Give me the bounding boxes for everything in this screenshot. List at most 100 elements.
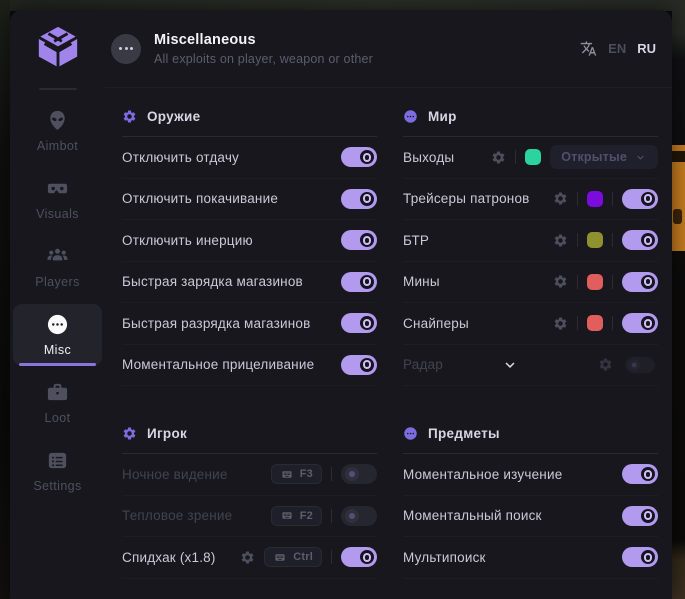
toggle[interactable] (625, 357, 655, 373)
toggle[interactable] (341, 313, 377, 333)
row-night-vision: Ночное видение F3 (122, 454, 377, 496)
color-swatch[interactable] (587, 274, 603, 290)
keybind-badge[interactable]: Ctrl (264, 547, 322, 567)
lang-ru-button[interactable]: RU (637, 41, 656, 56)
gear-icon[interactable] (553, 274, 568, 289)
toggle[interactable] (341, 464, 377, 484)
toggle-knob (345, 509, 359, 523)
row-label: Мины (403, 274, 440, 289)
row-no-recoil: Отключить отдачу (122, 137, 377, 179)
section-header: Предметы (403, 426, 658, 454)
toggle-knob (360, 233, 374, 247)
page-title: Miscellaneous (154, 32, 373, 48)
toggle-knob (360, 150, 374, 164)
vr-goggles-icon (46, 177, 69, 200)
toggle[interactable] (622, 313, 658, 333)
row-instant-loot: Моментальный поиск (403, 496, 658, 538)
toggle[interactable] (622, 547, 658, 567)
sign-mark (672, 151, 685, 162)
gear-icon[interactable] (598, 357, 613, 372)
toggle[interactable] (341, 355, 377, 375)
row-mines: Мины (403, 262, 658, 304)
row-label: Выходы (403, 150, 454, 165)
keyboard-icon (280, 510, 294, 521)
toggle[interactable] (622, 506, 658, 526)
gear-icon[interactable] (553, 233, 568, 248)
row-instant-research: Моментальное изучение (403, 454, 658, 496)
row-label: Моментальное изучение (403, 467, 562, 482)
row-instant-ads: Моментальное прицеливание (122, 345, 377, 387)
section-title: Игрок (147, 426, 187, 441)
cube-logo-icon (35, 24, 81, 70)
section-title: Мир (428, 109, 457, 124)
toggle[interactable] (341, 506, 377, 526)
gear-icon (122, 109, 137, 124)
row-label: Моментальный поиск (403, 508, 542, 523)
color-swatch[interactable] (587, 191, 603, 207)
ellipsis-circle-icon (403, 109, 418, 124)
keybind-badge[interactable]: F2 (271, 506, 322, 526)
alien-icon (46, 109, 69, 132)
row-fast-reload: Быстрая зарядка магазинов (122, 262, 377, 304)
sidebar-item-settings[interactable]: Settings (13, 440, 102, 502)
sidebar-item-loot[interactable]: Loot (13, 372, 102, 434)
row-label: Радар (403, 357, 443, 372)
sidebar-item-misc[interactable]: Misc (13, 304, 102, 366)
row-label: Спидхак (x1.8) (122, 550, 216, 565)
row-fast-unload: Быстрая разрядка магазинов (122, 303, 377, 345)
toggle-knob (641, 192, 655, 206)
sidebar-item-players[interactable]: Players (13, 236, 102, 298)
toggle-knob (360, 358, 374, 372)
sidebar-item-label: Visuals (36, 207, 79, 221)
gear-icon[interactable] (553, 316, 568, 331)
separator (331, 509, 332, 523)
color-swatch[interactable] (525, 149, 541, 165)
toggle[interactable] (341, 147, 377, 167)
toggle-knob (641, 550, 655, 564)
row-label: Мультипоиск (403, 550, 486, 565)
row-label: Трейсеры патронов (403, 191, 530, 206)
separator (577, 316, 578, 330)
expand-chevron-down-icon[interactable] (501, 356, 519, 374)
gear-icon[interactable] (553, 191, 568, 206)
separator (515, 150, 516, 164)
gear-icon[interactable] (491, 150, 506, 165)
row-label: Тепловое зрение (122, 508, 232, 523)
toggle-knob (641, 316, 655, 330)
players-icon (46, 245, 69, 268)
toggle-knob (641, 233, 655, 247)
toggle[interactable] (622, 272, 658, 292)
exits-dropdown[interactable]: Открытые (550, 145, 658, 169)
right-column: Мир Выходы Открытые (403, 88, 658, 599)
toggle[interactable] (622, 189, 658, 209)
toggle[interactable] (622, 464, 658, 484)
sidebar-item-visuals[interactable]: Visuals (13, 168, 102, 230)
game-background-sign (672, 145, 685, 251)
lang-en-button[interactable]: EN (608, 41, 626, 56)
toggle-knob (629, 359, 640, 370)
toggle[interactable] (341, 189, 377, 209)
sidebar-item-label: Aimbot (37, 139, 78, 153)
section-header: Игрок (122, 426, 377, 454)
color-swatch[interactable] (587, 232, 603, 248)
separator (612, 316, 613, 330)
keybind-badge[interactable]: F3 (271, 464, 322, 484)
toggle[interactable] (341, 230, 377, 250)
separator (577, 233, 578, 247)
row-label: Быстрая зарядка магазинов (122, 274, 303, 289)
sidebar-divider (39, 88, 77, 90)
gear-icon[interactable] (240, 550, 255, 565)
toggle[interactable] (622, 230, 658, 250)
toggle[interactable] (341, 272, 377, 292)
ellipsis-badge-icon (111, 34, 141, 64)
toggle[interactable] (341, 547, 377, 567)
section-player: Игрок Ночное видение F3 Тепловое зрение (122, 426, 377, 579)
toggle-knob (641, 509, 655, 523)
content: Оружие Отключить отдачу Отключить покачи… (105, 88, 672, 599)
keyboard-icon (280, 469, 294, 480)
color-swatch[interactable] (587, 315, 603, 331)
row-radar: Радар (403, 345, 658, 387)
sidebar: Aimbot Visuals Players Misc Loot (10, 10, 105, 599)
sidebar-item-aimbot[interactable]: Aimbot (13, 100, 102, 162)
row-thermal-vision: Тепловое зрение F2 (122, 496, 377, 538)
